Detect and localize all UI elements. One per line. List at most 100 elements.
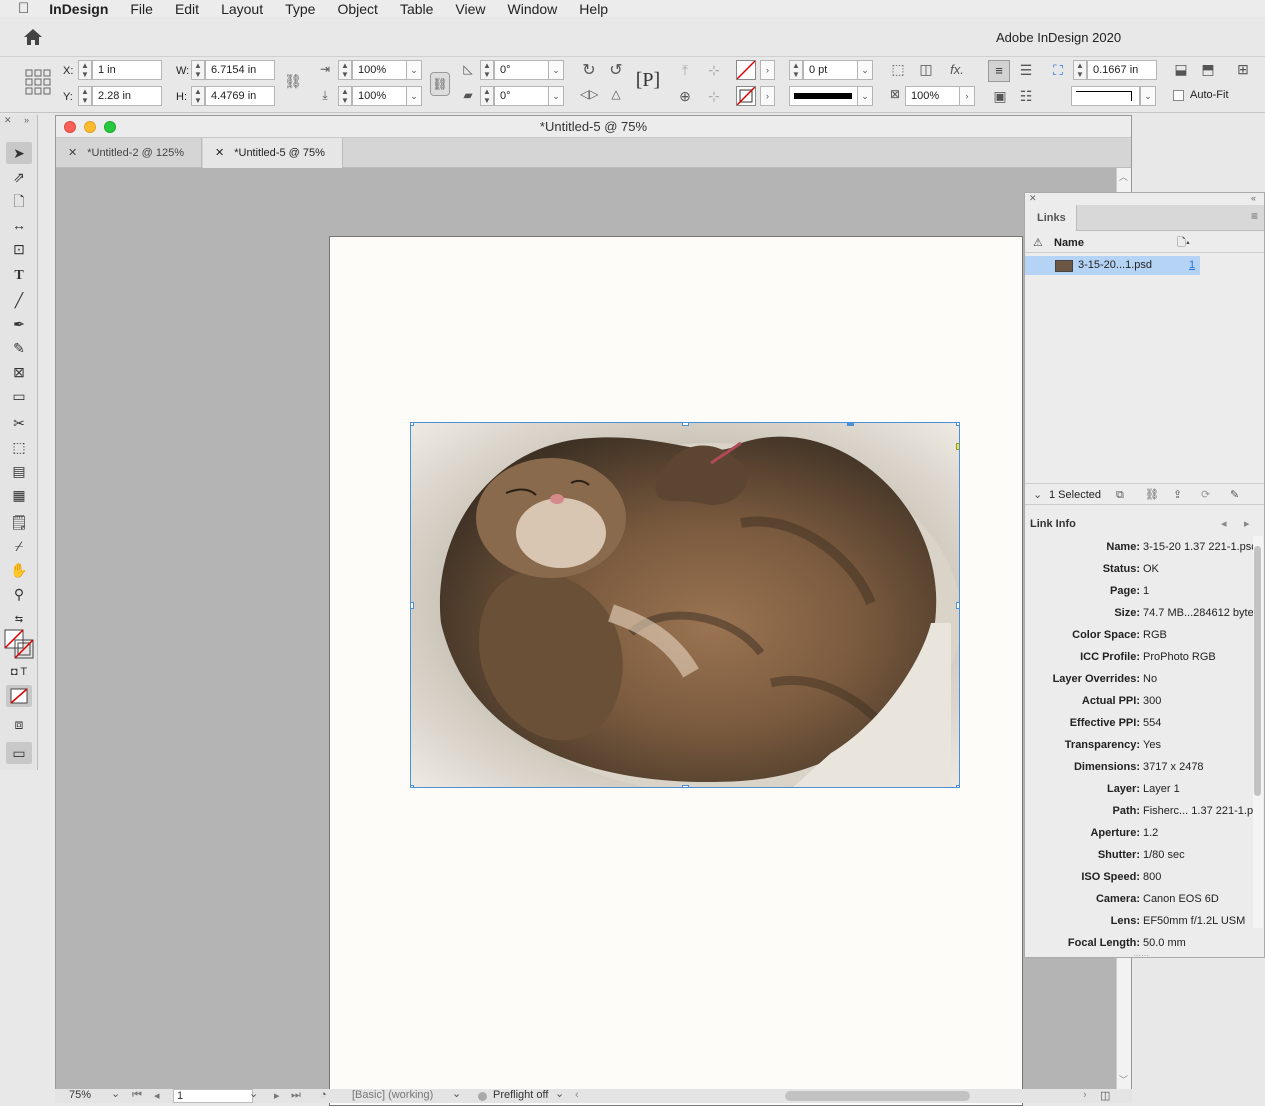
warning-icon[interactable]: ⚠ xyxy=(1033,233,1043,253)
scale-link-icon[interactable]: ⛓ xyxy=(430,72,450,96)
content-collector-icon[interactable]: ⊡ xyxy=(6,238,32,260)
scale-y-field[interactable]: 100% xyxy=(352,86,407,106)
drop-shadow-icon[interactable]: ◫ xyxy=(917,61,935,78)
scale-y-stepper[interactable]: ▲ ▼ xyxy=(338,86,352,106)
zoom-tool-icon[interactable]: ⚲ xyxy=(6,583,32,605)
zoom-dropdown-icon[interactable]: ⌄ xyxy=(111,1087,120,1100)
relink-cc-icon[interactable]: ⧉ xyxy=(1116,484,1124,506)
document-page[interactable] xyxy=(329,236,1023,1106)
stroke-type-dropdown[interactable]: ⌄ xyxy=(857,86,873,106)
scroll-right-icon[interactable]: › xyxy=(1083,1089,1087,1101)
gradient-swatch-tool-icon[interactable]: ▤ xyxy=(6,460,32,482)
reference-point-icon[interactable] xyxy=(25,69,51,95)
rotate-dropdown[interactable]: ⌄ xyxy=(548,60,564,80)
select-content-icon[interactable]: ⊕ xyxy=(676,88,694,105)
goto-link-icon[interactable]: ⇪ xyxy=(1173,484,1182,506)
links-tab[interactable]: Links xyxy=(1025,205,1077,231)
scale-x-field[interactable]: 100% xyxy=(352,60,407,80)
split-view-icon[interactable]: ◫ xyxy=(1100,1089,1110,1102)
stroke-dropdown[interactable]: › xyxy=(760,86,775,106)
swap-fill-stroke-icon[interactable]: ⇆ xyxy=(6,609,32,631)
tab-untitled-5[interactable]: ✕ *Untitled-5 @ 75% xyxy=(203,138,343,168)
h-stepper[interactable]: ▲ ▼ xyxy=(191,86,205,106)
apply-none-icon[interactable] xyxy=(6,685,32,707)
menu-help[interactable]: Help xyxy=(579,1,608,17)
rectangle-tool-icon[interactable]: ▭ xyxy=(6,385,32,407)
corner-shape-dropdown[interactable]: ⌄ xyxy=(1140,86,1156,106)
page-number-field[interactable]: 1 xyxy=(173,1089,253,1103)
first-page-icon[interactable]: ⏮ xyxy=(132,1089,142,1102)
edit-original-icon[interactable]: ✎ xyxy=(1230,484,1239,506)
shear-field[interactable]: 0° xyxy=(494,86,549,106)
rotate-stepper[interactable]: ▲ ▼ xyxy=(480,60,494,80)
screen-mode-icon[interactable]: ⧈ xyxy=(6,713,32,735)
opacity-dropdown[interactable]: › xyxy=(959,86,975,106)
workspace-dropdown-icon[interactable]: ⌄ xyxy=(452,1087,461,1100)
shear-stepper[interactable]: ▲ ▼ xyxy=(480,86,494,106)
fill-stroke-swatch-icon[interactable] xyxy=(4,629,34,659)
scale-x-dropdown[interactable]: ⌄ xyxy=(406,60,422,80)
content-grabber-handle[interactable] xyxy=(847,423,854,426)
tab-close-icon[interactable]: ✕ xyxy=(68,147,77,159)
menu-table[interactable]: Table xyxy=(400,1,433,17)
effects-icon[interactable]: fx. xyxy=(945,62,969,77)
hand-tool-icon[interactable]: ✋ xyxy=(6,559,32,581)
scroll-left-icon[interactable]: ‹ xyxy=(575,1089,579,1101)
page-dropdown-icon[interactable]: ⌄ xyxy=(249,1087,258,1100)
stroke-weight-stepper[interactable]: ▲ ▼ xyxy=(789,60,803,80)
apple-icon[interactable]:  xyxy=(18,0,29,17)
opacity-field[interactable]: 100% xyxy=(905,86,960,106)
link-info-scrollbar[interactable] xyxy=(1253,536,1263,928)
tab-untitled-2[interactable]: ✕ *Untitled-2 @ 125% xyxy=(56,138,202,168)
free-transform-tool-icon[interactable]: ⬚ xyxy=(6,436,32,458)
menu-app-name[interactable]: InDesign xyxy=(49,1,108,17)
previous-page-icon[interactable]: ◂ xyxy=(154,1089,160,1102)
close-window-button[interactable] xyxy=(64,121,76,133)
column-name-header[interactable]: Name xyxy=(1054,233,1084,253)
menu-view[interactable]: View xyxy=(455,1,485,17)
resize-handle-bottom[interactable] xyxy=(682,785,689,787)
rotate-clockwise-icon[interactable]: ↻ xyxy=(580,60,598,80)
line-tool-icon[interactable]: ╱ xyxy=(6,289,32,311)
next-link-icon[interactable]: ▸ xyxy=(1244,513,1250,535)
h-field[interactable]: 4.4769 in xyxy=(205,86,275,106)
scale-y-dropdown[interactable]: ⌄ xyxy=(406,86,422,106)
placed-image-frame[interactable] xyxy=(410,422,960,788)
resize-handle-top[interactable] xyxy=(682,423,689,426)
spacing-stepper[interactable]: ▲ ▼ xyxy=(1073,60,1087,80)
stroke-weight-field[interactable]: 0 pt xyxy=(803,60,858,80)
last-page-icon[interactable]: ⏭ xyxy=(291,1089,301,1102)
panel-menu-icon[interactable]: ≡ xyxy=(1251,209,1258,223)
link-page-number[interactable]: 1 xyxy=(1189,256,1195,275)
stroke-none-icon[interactable] xyxy=(736,86,756,106)
scale-x-stepper[interactable]: ▲ ▼ xyxy=(338,60,352,80)
select-previous-icon[interactable]: ⊹ xyxy=(703,62,725,79)
resize-handle-top-left[interactable] xyxy=(411,423,414,426)
preflight-dropdown-icon[interactable]: ⌄ xyxy=(555,1087,564,1100)
next-page-icon[interactable]: ▸ xyxy=(274,1089,280,1102)
page-tool-icon[interactable]: 🗋 xyxy=(6,190,32,212)
pencil-tool-icon[interactable]: ✎ xyxy=(6,337,32,359)
flip-vertical-icon[interactable]: △ xyxy=(607,87,625,101)
resize-handle-bottom-right[interactable] xyxy=(956,785,959,787)
panel-resize-grip-icon[interactable]: ⋯⋯ xyxy=(1133,951,1149,960)
panel-collapse-icon[interactable]: « xyxy=(1251,193,1256,203)
fill-dropdown[interactable]: › xyxy=(760,60,775,80)
home-icon[interactable] xyxy=(23,28,43,48)
x-stepper[interactable]: ▲ ▼ xyxy=(78,60,92,80)
previous-link-icon[interactable]: ◂ xyxy=(1221,513,1227,535)
note-tool-icon[interactable]: 🗒 xyxy=(6,511,32,533)
toolbox-collapse-icon[interactable]: » xyxy=(24,115,29,125)
resize-handle-bottom-left[interactable] xyxy=(411,785,414,787)
pen-tool-icon[interactable]: ✒ xyxy=(6,313,32,335)
workspace-status[interactable]: [Basic] (working) xyxy=(352,1089,433,1101)
w-field[interactable]: 6.7154 in xyxy=(205,60,275,80)
center-content-icon[interactable]: ⊞ xyxy=(1233,61,1253,78)
open-page-icon[interactable]: ◔ xyxy=(320,1089,327,1101)
column-page-icon[interactable]: 🗋▴ xyxy=(1177,233,1190,253)
minimize-window-button[interactable] xyxy=(84,121,96,133)
relink-icon[interactable]: ⛓ xyxy=(1145,484,1159,506)
menu-layout[interactable]: Layout xyxy=(221,1,263,17)
autofit-checkbox[interactable] xyxy=(1173,90,1184,101)
y-stepper[interactable]: ▲ ▼ xyxy=(78,86,92,106)
